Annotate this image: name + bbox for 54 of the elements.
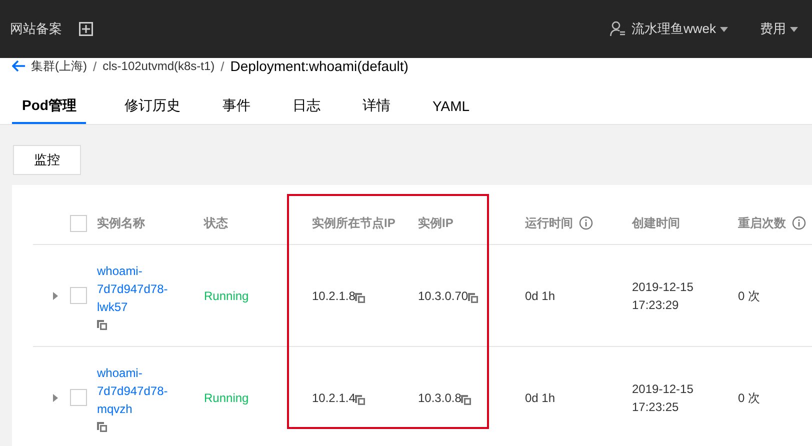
column-header: 重启次数 [738, 214, 786, 232]
breadcrumb-current: Deployment:whoami(default) [230, 58, 408, 74]
created-time-text: 2019-12-15 17:23:29 [632, 278, 694, 314]
caret-icon [720, 26, 728, 32]
column-header: 创建时间 [632, 214, 680, 232]
monitor-button[interactable]: 监控 [13, 145, 81, 175]
select-all-checkbox[interactable] [70, 214, 87, 232]
caret-icon [790, 26, 798, 32]
tab[interactable]: 修订历史 [114, 93, 190, 124]
node-ip-text: 10.2.1.4 [312, 390, 356, 406]
status-text: Running [204, 390, 249, 406]
copy-icon[interactable] [97, 422, 107, 432]
expand-arrow-icon[interactable] [53, 292, 58, 300]
tab[interactable]: 事件 [212, 93, 260, 124]
runtime-text: 0d 1h [525, 390, 556, 406]
pod-ip-text: 10.3.0.8 [418, 390, 462, 406]
restart-count-text: 0 次 [738, 390, 760, 406]
info-icon[interactable] [579, 216, 593, 230]
user-menu[interactable]: 流水理鱼wwek [631, 20, 742, 38]
user-icon [610, 21, 626, 37]
column-header: 实例名称 [97, 214, 145, 232]
copy-icon[interactable] [355, 394, 366, 404]
plus-square-icon[interactable] [79, 22, 93, 36]
breadcrumb-link[interactable]: cls-102utvmd(k8s-t1) [102, 59, 215, 73]
status-text: Running [204, 288, 249, 304]
column-header: 运行时间 [525, 214, 573, 232]
row-checkbox[interactable] [70, 389, 87, 406]
created-time-text: 2019-12-15 17:23:25 [632, 380, 694, 416]
copy-icon[interactable] [468, 292, 478, 302]
column-header: 实例所在节点IP [312, 214, 396, 232]
pod-ip-text: 10.3.0.70 [418, 288, 468, 304]
back-arrow-icon[interactable] [12, 60, 25, 72]
pod-name-link[interactable]: whoami- 7d7d947d78- mqvzh [97, 364, 204, 418]
pod-name-link[interactable]: whoami- 7d7d947d78- lwk57 [97, 262, 204, 316]
breadcrumb-link[interactable]: 集群(上海) [31, 58, 87, 74]
info-icon[interactable] [792, 216, 806, 230]
breadcrumb-separator: / [93, 58, 97, 74]
tab[interactable]: 日志 [282, 93, 330, 124]
copy-icon[interactable] [355, 292, 366, 302]
expand-arrow-icon[interactable] [53, 394, 58, 402]
column-header: 状态 [204, 214, 228, 232]
runtime-text: 0d 1h [525, 288, 556, 304]
tab[interactable]: Pod管理 [12, 93, 86, 124]
tab[interactable]: 详情 [352, 93, 400, 124]
copy-icon[interactable] [461, 394, 472, 404]
copy-icon[interactable] [97, 320, 107, 330]
node-ip-text: 10.2.1.8 [312, 288, 356, 304]
row-checkbox[interactable] [70, 287, 87, 304]
tab[interactable]: YAML [422, 93, 480, 124]
billing-menu[interactable]: 费用 [742, 20, 812, 38]
restart-count-text: 0 次 [738, 288, 760, 304]
column-header: 实例IP [418, 214, 454, 232]
record-link[interactable]: 网站备案 [10, 20, 62, 38]
breadcrumb-separator: / [220, 58, 224, 74]
